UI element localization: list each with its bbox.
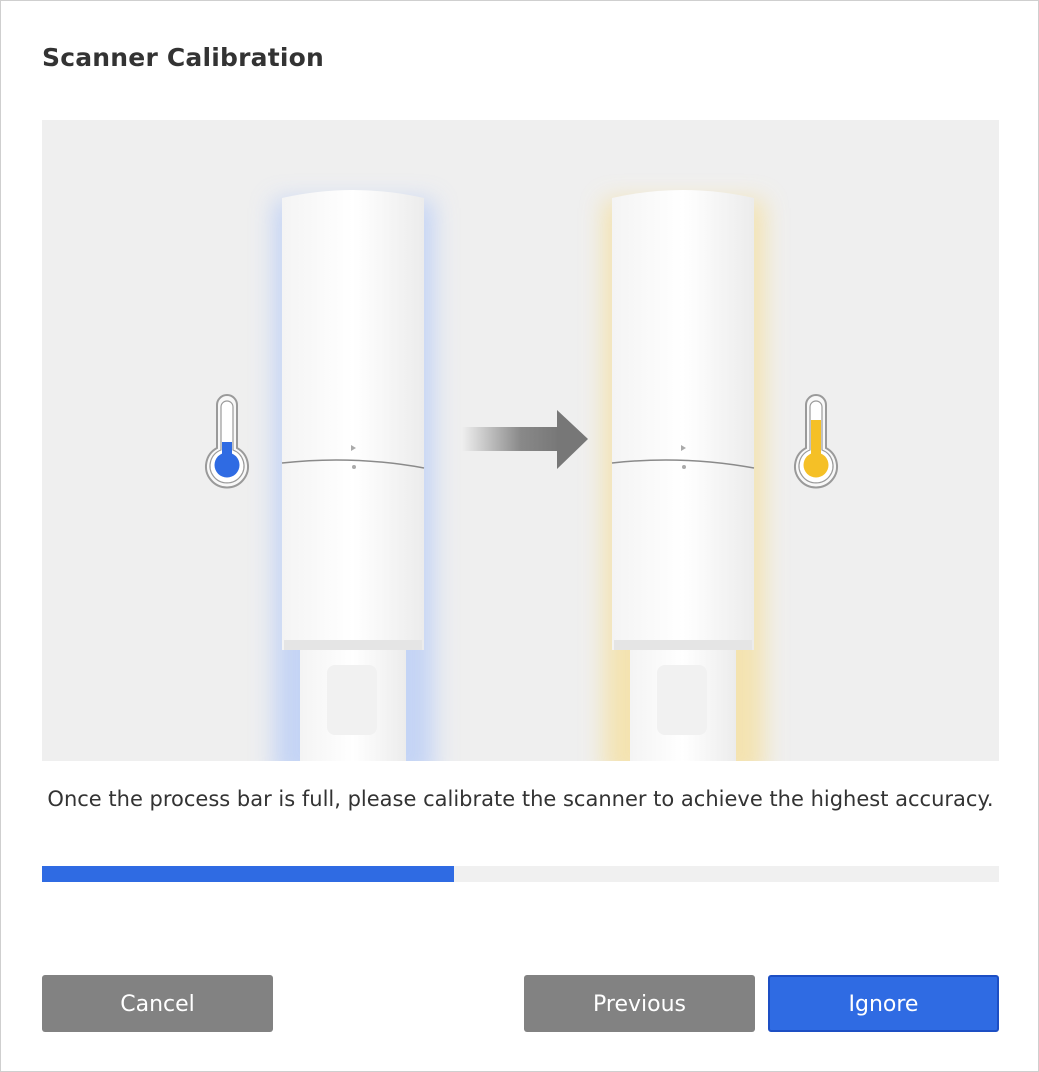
thermometer-warm-icon — [794, 394, 838, 489]
calibration-illustration — [42, 120, 999, 761]
scanner-warm — [604, 190, 764, 761]
previous-button[interactable]: Previous — [524, 975, 755, 1032]
calibration-message: Once the process bar is full, please cal… — [47, 787, 994, 811]
dialog-title: Scanner Calibration — [42, 43, 325, 72]
calibration-dialog: Scanner Calibration Once the process bar… — [0, 0, 1039, 1072]
progress-bar — [42, 866, 999, 882]
thermometer-cold-icon — [205, 394, 249, 489]
progress-fill — [42, 866, 454, 882]
ignore-button[interactable]: Ignore — [768, 975, 999, 1032]
scanner-cold — [274, 190, 434, 761]
cancel-button[interactable]: Cancel — [42, 975, 273, 1032]
arrow-right-icon — [462, 410, 588, 469]
